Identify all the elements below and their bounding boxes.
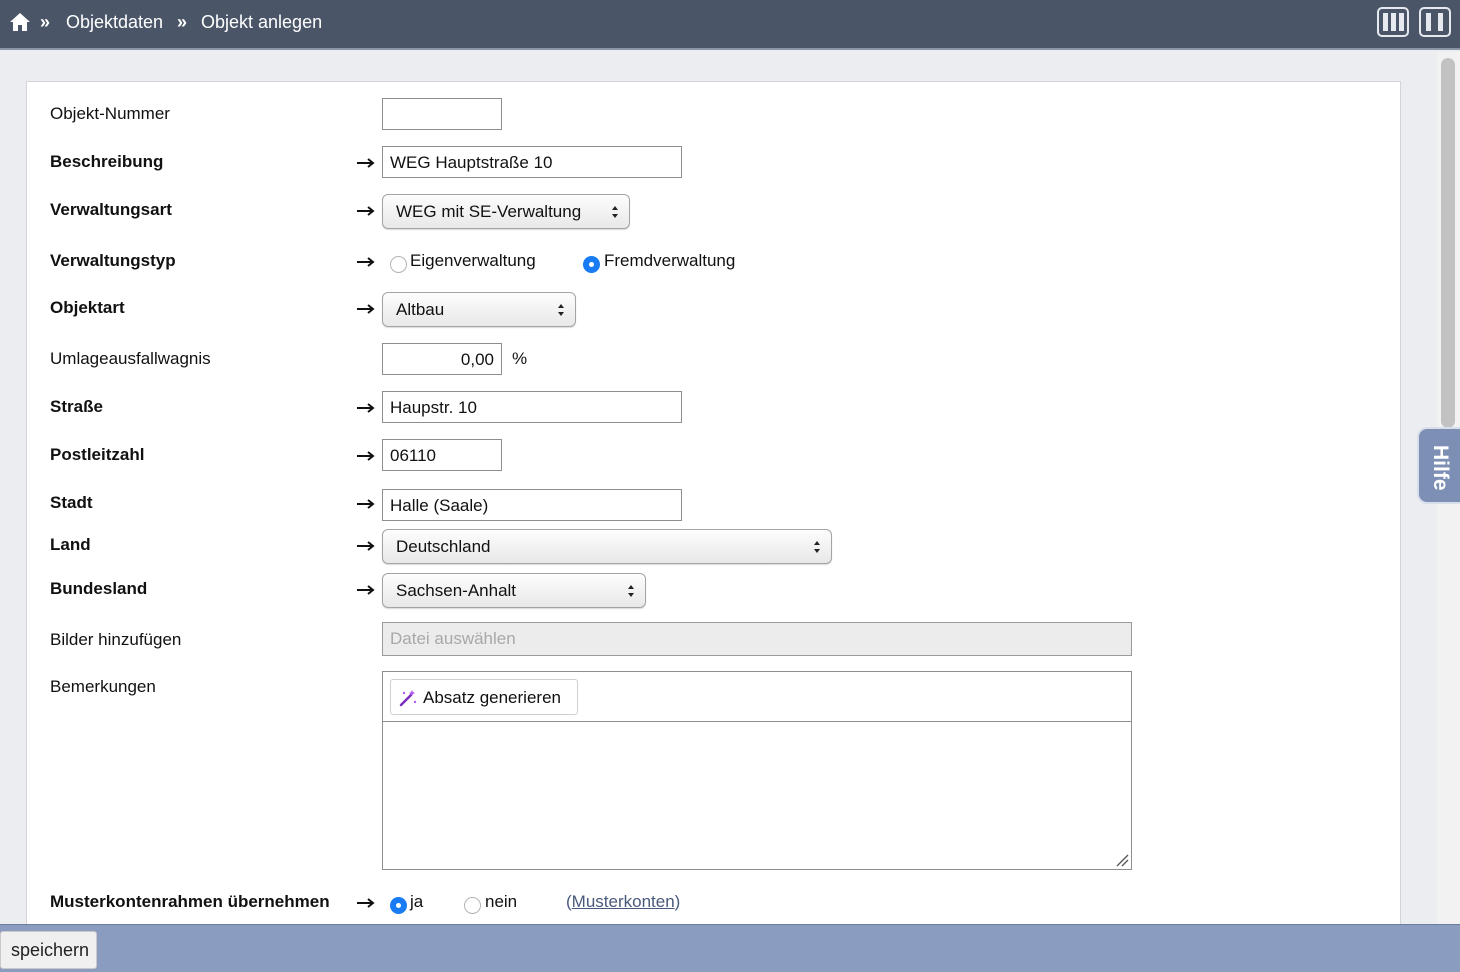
breadcrumb-separator: » — [177, 12, 188, 32]
select-caret-icon — [814, 541, 820, 553]
two-column-view-icon[interactable] — [1419, 7, 1451, 37]
eigenverwaltung-radio[interactable] — [390, 256, 407, 273]
land-value: Deutschland — [396, 537, 491, 556]
resize-handle-icon[interactable] — [1115, 853, 1129, 867]
select-caret-icon — [558, 304, 564, 316]
file-select-input[interactable]: Datei auswählen — [382, 622, 1132, 656]
objekt-nummer-label: Objekt-Nummer — [50, 104, 170, 123]
select-caret-icon — [628, 585, 634, 597]
three-column-view-icon[interactable] — [1377, 7, 1409, 37]
required-arrow-icon — [357, 158, 375, 168]
required-arrow-icon — [357, 898, 375, 908]
musterkonten-link-text[interactable]: Musterkonten — [572, 892, 675, 911]
required-arrow-icon — [357, 451, 375, 461]
umlageausfallwagnis-input[interactable]: 0,00 — [382, 343, 502, 375]
land-label: Land — [50, 535, 91, 554]
bemerkungen-editor[interactable]: Absatz generieren — [382, 671, 1132, 870]
land-select[interactable]: Deutschland — [382, 529, 832, 564]
required-arrow-icon — [357, 257, 375, 267]
musterkontenrahmen-nein-radio[interactable] — [464, 897, 481, 914]
bilder-label: Bilder hinzufügen — [50, 630, 182, 649]
save-button[interactable]: speichern — [0, 931, 97, 969]
help-tab[interactable]: Hilfe — [1417, 427, 1460, 504]
footer-bar: speichern — [0, 924, 1460, 972]
stadt-input[interactable]: Halle (Saale) — [382, 489, 682, 521]
beschreibung-label: Beschreibung — [50, 152, 164, 171]
home-icon[interactable] — [9, 11, 31, 33]
top-bar: » Objektdaten » Objekt anlegen — [0, 0, 1460, 50]
required-arrow-icon — [357, 403, 375, 413]
musterkontenrahmen-label: Musterkontenrahmen übernehmen — [50, 892, 330, 911]
breadcrumb-objekt-anlegen: Objekt anlegen — [201, 12, 323, 32]
bundesland-select[interactable]: Sachsen-Anhalt — [382, 573, 646, 608]
required-arrow-icon — [357, 585, 375, 595]
required-arrow-icon — [357, 304, 375, 314]
postleitzahl-input[interactable]: 06110 — [382, 439, 502, 471]
musterkontenrahmen-ja-radio[interactable] — [390, 897, 407, 914]
postleitzahl-label: Postleitzahl — [50, 445, 145, 464]
verwaltungstyp-label: Verwaltungstyp — [50, 251, 176, 270]
required-arrow-icon — [357, 541, 375, 551]
editor-toolbar: Absatz generieren — [383, 672, 1131, 722]
verwaltungsart-label: Verwaltungsart — [50, 200, 172, 219]
required-arrow-icon — [357, 499, 375, 509]
verwaltungsart-select[interactable]: WEG mit SE-Verwaltung — [382, 194, 630, 229]
umlageausfallwagnis-label: Umlageausfallwagnis — [50, 349, 211, 368]
objektart-label: Objektart — [50, 298, 125, 317]
percent-unit: % — [512, 349, 528, 368]
bemerkungen-label: Bemerkungen — [50, 677, 156, 696]
musterkonten-link[interactable]: (Musterkonten) — [566, 892, 680, 912]
select-caret-icon — [612, 206, 618, 218]
breadcrumb-objektdaten[interactable]: Objektdaten — [66, 12, 163, 33]
eigenverwaltung-label[interactable]: Eigenverwaltung — [410, 251, 536, 271]
objekt-nummer-input[interactable] — [382, 98, 502, 130]
help-tab-label: Hilfe — [1429, 445, 1452, 491]
scrollbar-thumb[interactable] — [1441, 58, 1455, 428]
stadt-label: Stadt — [50, 493, 93, 512]
breadcrumb-separator: » — [40, 12, 51, 32]
link-paren-close: ) — [674, 892, 681, 911]
fremdverwaltung-label[interactable]: Fremdverwaltung — [604, 251, 735, 271]
musterkontenrahmen-ja-label[interactable]: ja — [410, 892, 423, 912]
musterkontenrahmen-nein-label[interactable]: nein — [485, 892, 517, 912]
required-arrow-icon — [357, 206, 375, 216]
objektart-value: Altbau — [396, 300, 445, 319]
bundesland-label: Bundesland — [50, 579, 148, 598]
fremdverwaltung-radio[interactable] — [583, 256, 600, 273]
magic-wand-icon — [399, 690, 417, 707]
beschreibung-input[interactable]: WEG Hauptstraße 10 — [382, 146, 682, 178]
strasse-label: Straße — [50, 397, 103, 416]
absatz-generieren-button[interactable]: Absatz generieren — [390, 679, 578, 715]
absatz-generieren-label: Absatz generieren — [423, 688, 561, 707]
strasse-input[interactable]: Haupstr. 10 — [382, 391, 682, 423]
verwaltungsart-value: WEG mit SE-Verwaltung — [396, 202, 582, 221]
objektart-select[interactable]: Altbau — [382, 292, 576, 327]
bundesland-value: Sachsen-Anhalt — [396, 581, 517, 600]
